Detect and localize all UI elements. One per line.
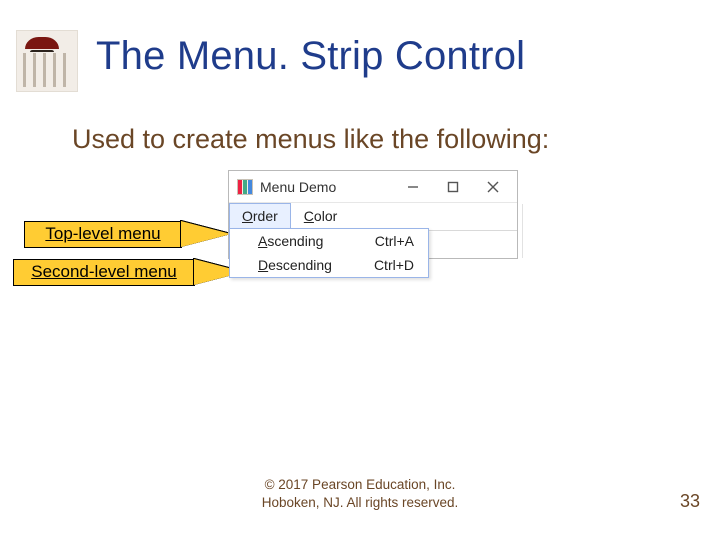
minimize-button[interactable] [393,172,433,202]
slide: The Menu. Strip Control Used to create m… [0,0,720,540]
page-number: 33 [680,491,700,512]
copyright-line2: Hoboken, NJ. All rights reserved. [0,494,720,512]
dropdown-order: Ascending Ctrl+A Descending Ctrl+D [229,228,429,278]
menu-bar: Order Color [229,203,517,231]
window-app-icon [237,179,253,195]
page-title: The Menu. Strip Control [96,34,525,79]
menu-order[interactable]: Order [229,203,291,230]
menu-item-descending-shortcut: Ctrl+D [374,257,414,273]
arrow-top-level [181,221,231,247]
window-titlebar: Menu Demo [229,171,517,203]
menu-item-ascending-label: Ascending [258,233,323,249]
menu-order-mnemonic: O [242,208,253,224]
window-controls [393,172,513,202]
menu-item-descending[interactable]: Descending Ctrl+D [230,253,428,277]
menu-item-descending-label: Descending [258,257,332,273]
maximize-button[interactable] [433,172,473,202]
subtitle: Used to create menus like the following: [72,124,549,155]
menu-item-ascending[interactable]: Ascending Ctrl+A [230,229,428,253]
callout-second-level: Second-level menu [13,259,195,286]
menu-color[interactable]: Color [291,203,350,230]
menu-item-ascending-shortcut: Ctrl+A [375,233,414,249]
window-title: Menu Demo [260,179,336,195]
menu-color-rest: olor [314,208,337,224]
copyright-line1: © 2017 Pearson Education, Inc. [0,476,720,494]
window-right-edge [518,204,523,258]
menu-color-mnemonic: C [304,208,314,224]
close-button[interactable] [473,172,513,202]
callout-top-level: Top-level menu [24,221,182,248]
copyright: © 2017 Pearson Education, Inc. Hoboken, … [0,476,720,512]
menu-order-rest: rder [253,208,278,224]
book-logo [16,30,78,92]
demo-window: Menu Demo Order Color waste [228,170,518,259]
